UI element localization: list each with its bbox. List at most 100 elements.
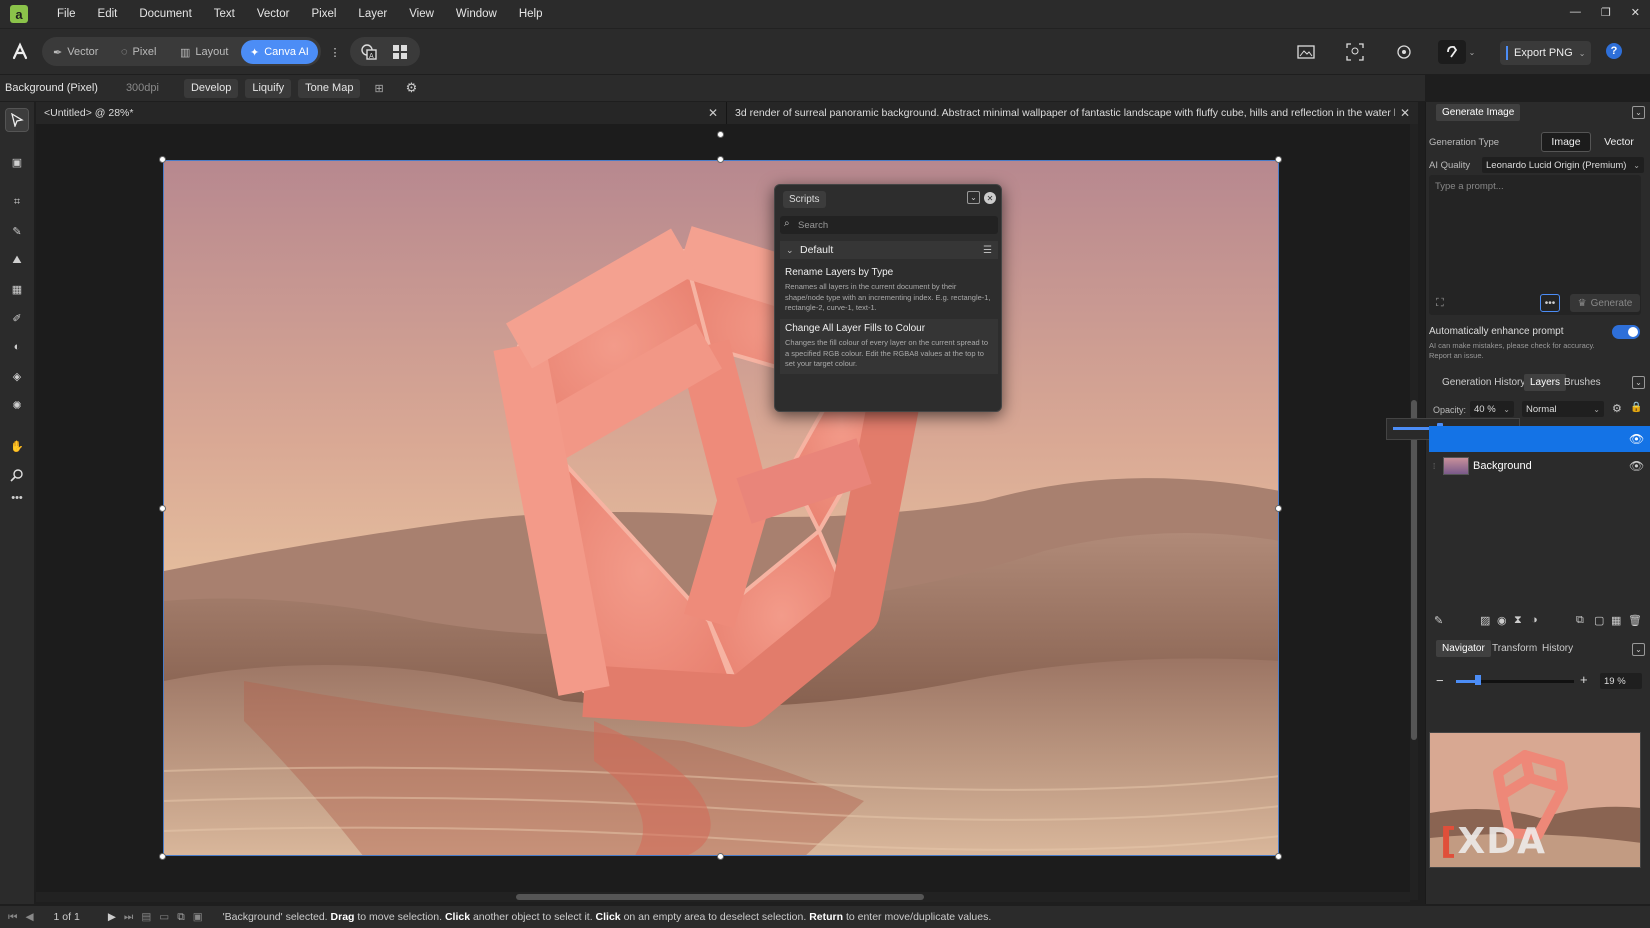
persona-vector[interactable]: ✒ Vector (44, 40, 107, 64)
heal-tool-icon[interactable]: ◈ (6, 365, 28, 387)
script-item[interactable]: Rename Layers by Type Renames all layers… (780, 263, 998, 318)
pixel-layer-icon[interactable]: ▦ (1611, 614, 1621, 627)
menu-help[interactable]: Help (508, 8, 554, 20)
tone-map-button[interactable]: Tone Map (298, 78, 361, 98)
blend-mode-select[interactable]: Normal ⌄ (1522, 401, 1604, 417)
zoom-in-icon[interactable]: + (1580, 672, 1588, 687)
fx-icon[interactable]: ▨ (1480, 614, 1490, 627)
collapse-icon[interactable]: ⌄ (1632, 376, 1645, 389)
help-button[interactable]: ? (1606, 43, 1622, 59)
menu-window[interactable]: Window (445, 8, 508, 20)
last-page-icon[interactable]: ⏭ (124, 911, 133, 924)
tab-history[interactable]: History (1536, 640, 1579, 657)
text-frame-icon[interactable]: A (357, 40, 381, 64)
face-detect-icon[interactable] (1343, 40, 1367, 64)
paint-tool-icon[interactable]: ✐ (6, 307, 28, 329)
menu-document[interactable]: Document (128, 8, 202, 20)
resize-handle-br[interactable] (1275, 853, 1282, 860)
script-item[interactable]: Change All Layer Fills to Colour Changes… (780, 319, 998, 374)
grid-options-icon[interactable]: ⊞ (374, 82, 383, 95)
more-tools-icon[interactable]: ••• (6, 487, 28, 509)
menu-edit[interactable]: Edit (87, 8, 129, 20)
persona-pixel[interactable]: ◌ Pixel (112, 40, 165, 64)
menu-view[interactable]: View (398, 8, 445, 20)
resize-handle-tr[interactable] (1275, 156, 1282, 163)
eye-icon[interactable]: 👁 (1629, 432, 1644, 446)
close-tab-icon[interactable]: ✕ (1400, 106, 1410, 120)
link-icon[interactable] (1392, 40, 1416, 64)
resize-handle-top[interactable] (717, 156, 724, 163)
zoom-value-field[interactable]: 19 % (1600, 673, 1642, 689)
menu-file[interactable]: File (46, 8, 87, 20)
artboard-tool-icon[interactable]: ▣ (6, 151, 28, 173)
vertical-scroll-thumb[interactable] (1411, 400, 1417, 740)
selection-brush-icon[interactable]: ✎ (6, 220, 28, 242)
menu-layer[interactable]: Layer (347, 8, 398, 20)
horizontal-scrollbar[interactable] (36, 892, 1410, 902)
gear-icon[interactable]: ⚙ (406, 80, 418, 96)
layer-row[interactable]: ⁞ Background 👁 (1429, 453, 1650, 479)
collapse-icon[interactable]: ⌄ (1632, 106, 1645, 119)
snapping-icon[interactable] (1438, 40, 1466, 64)
tab-generate-image[interactable]: Generate Image (1436, 104, 1521, 121)
menu-text[interactable]: Text (203, 8, 246, 20)
export-png-button[interactable]: Export PNG ⌄ (1500, 41, 1592, 65)
resize-handle-right[interactable] (1275, 505, 1282, 512)
adjustment-icon[interactable]: ⧗ (1514, 614, 1522, 627)
group-icon[interactable]: ⧉ (1576, 614, 1584, 627)
zoom-out-icon[interactable]: − (1436, 673, 1444, 688)
new-layer-icon[interactable]: ▢ (1594, 614, 1604, 627)
develop-button[interactable]: Develop (183, 78, 239, 98)
live-filter-icon[interactable]: ◑ (1531, 614, 1538, 626)
minimize-button[interactable]: — (1570, 6, 1581, 19)
affinity-logo-icon[interactable] (8, 40, 32, 64)
spread-icon[interactable]: ▭ (159, 911, 169, 923)
horizontal-scroll-thumb[interactable] (516, 894, 924, 900)
close-window-button[interactable]: ✕ (1631, 6, 1640, 19)
scripts-search-input[interactable]: ⌕ Search (780, 216, 998, 234)
tab-brushes[interactable]: Brushes (1558, 374, 1607, 391)
menu-vector[interactable]: Vector (246, 8, 301, 20)
tab-navigator[interactable]: Navigator (1436, 640, 1491, 657)
prev-page-icon[interactable]: ◀ (25, 911, 33, 923)
opacity-select[interactable]: 40 % ⌄ (1470, 401, 1514, 417)
more-options-icon[interactable]: ⋮ (323, 40, 347, 64)
scripts-group-default[interactable]: ⌄ Default ☰ (780, 241, 998, 259)
snapping-dropdown-icon[interactable]: ⌄ (1466, 40, 1478, 64)
zoom-tool-icon[interactable] (6, 464, 28, 486)
hand-tool-icon[interactable]: ✋ (6, 435, 28, 457)
close-tab-icon[interactable]: ✕ (708, 106, 718, 120)
persona-canva-ai[interactable]: ✦ Canva AI (241, 40, 318, 64)
eye-icon[interactable]: 👁 (1629, 459, 1644, 473)
layer-row-selected[interactable]: 👁 (1429, 426, 1650, 452)
drag-handle-icon[interactable]: ⁞ (1433, 462, 1435, 471)
canvas-image[interactable] (163, 160, 1279, 856)
crop-tool-icon[interactable]: ⌗ (6, 191, 28, 213)
resize-handle-bl[interactable] (159, 853, 166, 860)
document-tab-render[interactable]: 3d render of surreal panoramic backgroun… (726, 102, 1418, 124)
resize-handle-left[interactable] (159, 505, 166, 512)
menu-pixel[interactable]: Pixel (300, 8, 347, 20)
delete-page-icon[interactable]: ▣ (193, 911, 203, 923)
mask-icon[interactable]: ◉ (1497, 614, 1507, 627)
report-issue-link[interactable]: Report an issue. (1429, 351, 1484, 360)
resize-handle-bottom[interactable] (717, 853, 724, 860)
maximize-button[interactable]: ❐ (1601, 6, 1611, 19)
ai-quality-select[interactable]: Leonardo Lucid Origin (Premium) ⌄ (1482, 157, 1644, 173)
dodge-tool-icon[interactable]: ◐ (6, 336, 28, 358)
pattern-tool-icon[interactable]: ▦ (6, 278, 28, 300)
navigator-preview[interactable]: [XDA (1429, 732, 1641, 868)
gear-icon[interactable]: ⚙ (1612, 402, 1622, 415)
document-tab-untitled[interactable]: <Untitled> @ 28%* ✕ (36, 102, 726, 124)
attach-image-icon[interactable]: ⛶ (1436, 297, 1452, 310)
enhance-prompt-toggle[interactable] (1612, 325, 1640, 339)
retouch-tool-icon[interactable]: ✺ (6, 394, 28, 416)
tab-generation-history[interactable]: Generation History (1436, 374, 1531, 391)
place-image-icon[interactable]: ⛰ (6, 249, 28, 271)
more-options-icon[interactable]: ••• (1540, 294, 1560, 312)
collapse-icon[interactable]: ⌄ (967, 191, 980, 204)
first-page-icon[interactable]: ⏮ (8, 911, 17, 924)
collapse-icon[interactable]: ⌄ (1632, 643, 1645, 656)
tab-transform[interactable]: Transform (1486, 640, 1543, 657)
type-vector-button[interactable]: Vector (1594, 132, 1644, 152)
